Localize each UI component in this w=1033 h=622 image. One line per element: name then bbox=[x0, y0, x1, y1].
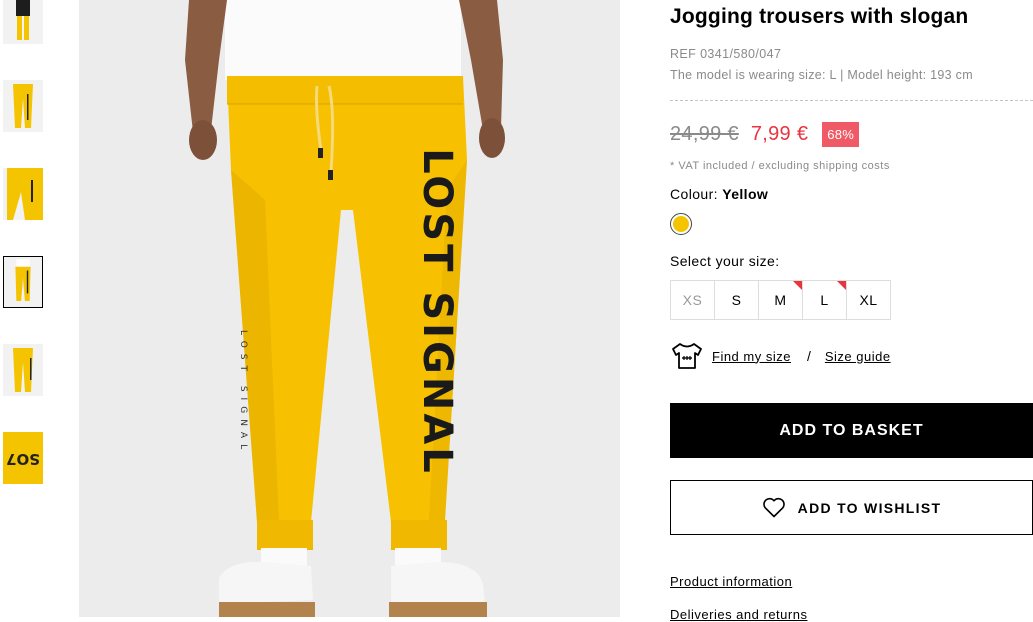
thumbnail-gallery: SO7 bbox=[0, 0, 50, 617]
colour-name: Yellow bbox=[722, 186, 769, 202]
original-price: 24,99 € bbox=[670, 122, 739, 145]
size-label: L bbox=[820, 292, 829, 308]
add-to-basket-label: ADD TO BASKET bbox=[779, 421, 924, 439]
size-label: XL bbox=[859, 292, 878, 308]
separator: / bbox=[806, 348, 811, 364]
colour-swatch-yellow[interactable] bbox=[670, 213, 692, 235]
thumbnail-trousers-back[interactable] bbox=[3, 344, 43, 396]
swatch-fill bbox=[673, 216, 689, 232]
product-information-link[interactable]: Product information bbox=[670, 574, 792, 589]
size-label: S bbox=[731, 292, 742, 308]
size-option-s[interactable]: S bbox=[714, 280, 759, 320]
slogan-print: LOST SIGNAL bbox=[407, 137, 467, 487]
thumbnail-trousers-side[interactable] bbox=[3, 168, 43, 220]
low-stock-marker bbox=[793, 281, 802, 290]
discount-badge: 68% bbox=[822, 121, 860, 147]
add-to-wishlist-label: ADD TO WISHLIST bbox=[797, 499, 942, 516]
tshirt-measure-icon bbox=[672, 343, 702, 369]
size-option-xl[interactable]: XL bbox=[846, 280, 891, 320]
divider bbox=[670, 100, 1033, 101]
colour-label-text: Colour: bbox=[670, 186, 718, 202]
size-guide-link[interactable]: Size guide bbox=[825, 349, 891, 364]
low-stock-marker bbox=[837, 281, 846, 290]
svg-text:LOST SIGNAL: LOST SIGNAL bbox=[238, 330, 248, 455]
thumbnail-trousers-front[interactable] bbox=[3, 80, 43, 132]
slogan-text: LOST SIGNAL bbox=[414, 148, 460, 476]
thumbnail-trousers-full[interactable] bbox=[3, 256, 43, 308]
product-title: Jogging trousers with slogan bbox=[670, 5, 969, 28]
add-to-basket-button[interactable]: ADD TO BASKET bbox=[670, 403, 1033, 458]
size-label: M bbox=[774, 292, 787, 308]
find-my-size-link[interactable]: Find my size bbox=[712, 349, 791, 364]
model-info: The model is wearing size: L | Model hei… bbox=[670, 68, 973, 82]
size-help-row: Find my size / Size guide bbox=[670, 340, 891, 372]
thumbnail-slogan-detail[interactable]: SO7 bbox=[3, 432, 43, 484]
vat-note: * VAT included / excluding shipping cost… bbox=[670, 160, 890, 172]
select-size-label: Select your size: bbox=[670, 253, 780, 269]
heart-icon bbox=[762, 497, 785, 518]
colour-label: Colour: Yellow bbox=[670, 186, 768, 202]
size-selector: XS S M L XL bbox=[670, 280, 891, 320]
size-option-l[interactable]: L bbox=[802, 280, 847, 320]
product-details: Jogging trousers with slogan REF 0341/58… bbox=[670, 0, 1033, 622]
thumbnail-front-view[interactable] bbox=[3, 0, 43, 44]
sale-price: 7,99 € bbox=[750, 122, 809, 145]
size-option-xs[interactable]: XS bbox=[670, 280, 715, 320]
add-to-wishlist-button[interactable]: ADD TO WISHLIST bbox=[670, 480, 1033, 535]
deliveries-returns-link[interactable]: Deliveries and returns bbox=[670, 607, 807, 622]
size-label: XS bbox=[682, 292, 703, 308]
product-reference: REF 0341/580/047 bbox=[670, 47, 782, 61]
price-row: 24,99 € 7,99 € 68% bbox=[670, 119, 860, 149]
size-option-m[interactable]: M bbox=[758, 280, 803, 320]
svg-text:SO7: SO7 bbox=[6, 450, 40, 468]
yellow-jogging-trousers-illustration: LOST SIGNAL bbox=[79, 0, 620, 617]
main-product-image: LOST SIGNAL LOST SIGNAL bbox=[79, 0, 620, 617]
